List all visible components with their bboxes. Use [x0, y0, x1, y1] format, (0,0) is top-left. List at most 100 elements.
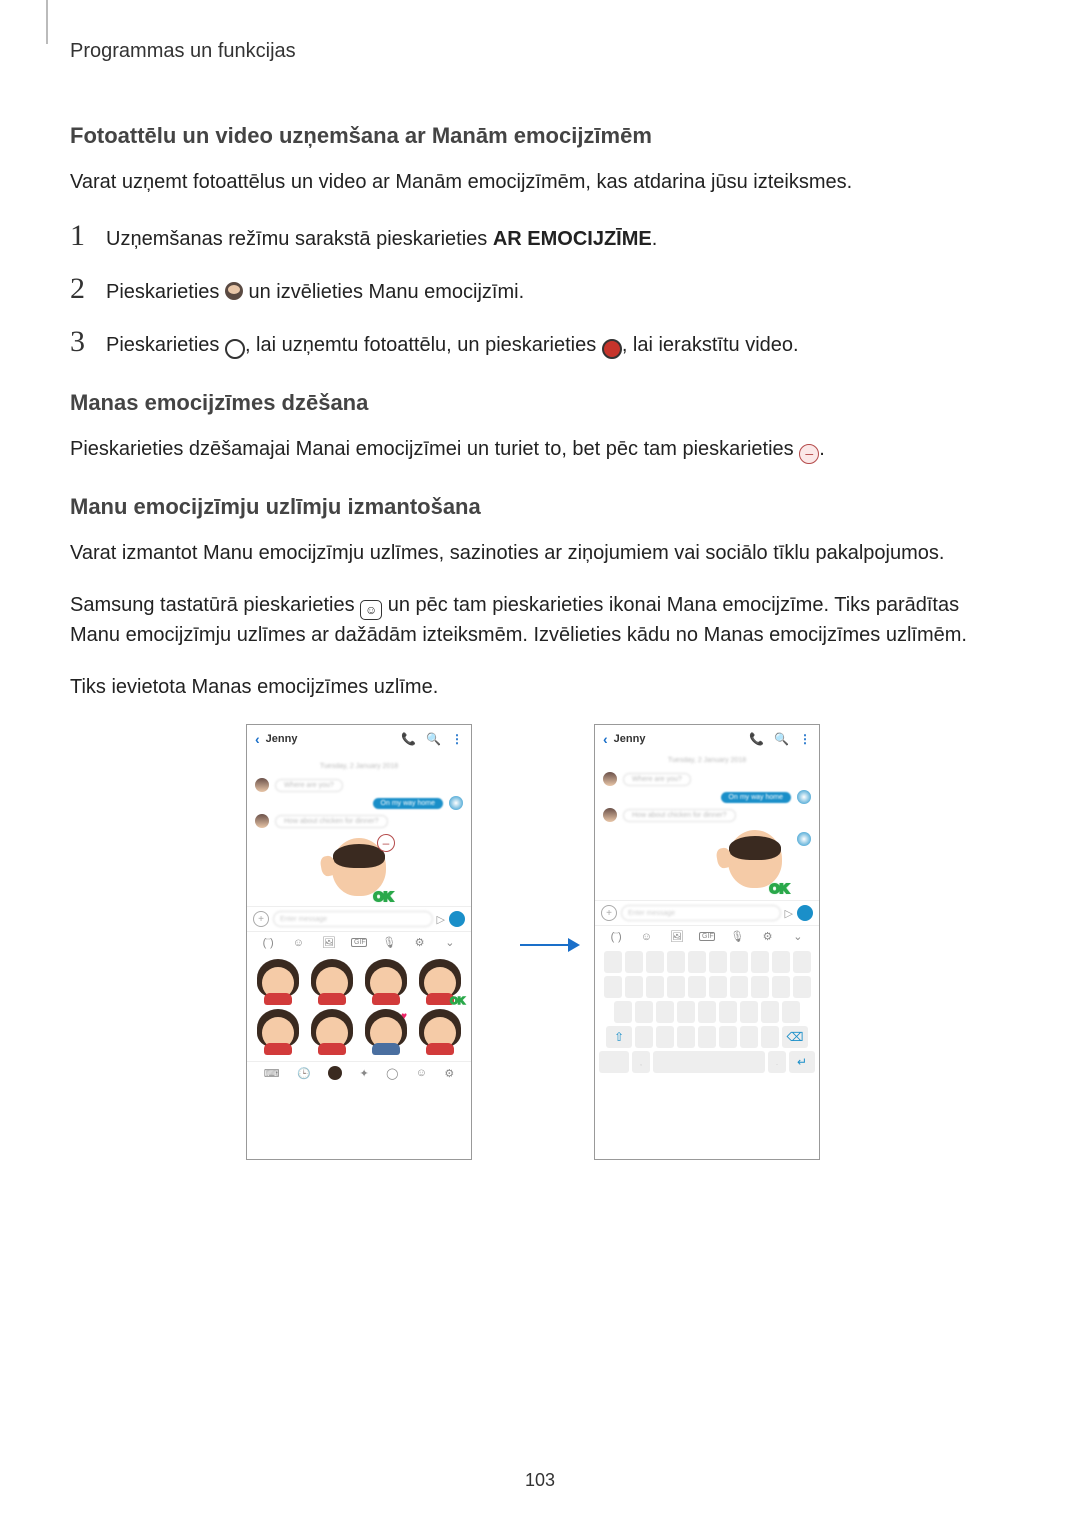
tab-brace-icon[interactable]: (¨): [608, 931, 624, 943]
sticker-item[interactable]: OK: [417, 959, 463, 1005]
sticker-item[interactable]: [309, 959, 355, 1005]
symbol-key[interactable]: [599, 1051, 629, 1073]
emoji-send-icon[interactable]: [449, 911, 465, 927]
msg-outgoing-1: On my way home: [595, 788, 819, 806]
section2-body: Pieskarieties dzēšamajai Manai emocijzīm…: [70, 434, 1010, 464]
msg-bubble: On my way home: [721, 792, 791, 803]
attach-plus-icon[interactable]: +: [253, 911, 269, 927]
search-icon[interactable]: 🔍: [426, 732, 441, 746]
avatar-self-icon: [797, 832, 811, 846]
comma-key[interactable]: ,: [632, 1051, 650, 1073]
myemoji-tab-icon[interactable]: [328, 1066, 342, 1080]
sent-emoji-sticker: OK: [723, 830, 787, 894]
gear-icon[interactable]: ⚙: [412, 936, 428, 949]
contact-name: Jenny: [266, 733, 298, 745]
search-icon[interactable]: 🔍: [774, 732, 789, 746]
step-3: 3 Pieskarieties , lai uzņemtu fotoattēlu…: [70, 325, 1010, 360]
step-num-1: 1: [70, 219, 106, 253]
section3-p2: Samsung tastatūrā pieskarieties ☺ un pēc…: [70, 590, 1010, 650]
sticker-bottom-tabs: ⌨ 🕒 ✦ ◯ ☺ ⚙: [247, 1061, 471, 1084]
step-2: 2 Pieskarieties un izvēlieties Manu emoc…: [70, 272, 1010, 307]
step-num-2: 2: [70, 272, 106, 306]
attach-plus-icon[interactable]: +: [601, 905, 617, 921]
sticker-icon[interactable]: 🖼: [321, 936, 337, 949]
gif-icon[interactable]: GIF: [351, 938, 367, 947]
msg-bubble: Where are you?: [275, 779, 343, 792]
chevron-down-icon[interactable]: ⌄: [790, 930, 806, 943]
enter-key[interactable]: ↵: [789, 1051, 815, 1073]
tab-brace-icon[interactable]: (¨): [260, 937, 276, 949]
sticker-item[interactable]: [417, 1009, 463, 1055]
sticker-item[interactable]: ♥: [363, 1009, 409, 1055]
period-key[interactable]: .: [768, 1051, 786, 1073]
face-icon[interactable]: ☺: [416, 1067, 427, 1079]
sticker-category-row: (¨) ☺ 🖼 GIF 🎙 ⚙ ⌄: [247, 932, 471, 953]
section3-p2-a: Samsung tastatūrā pieskarieties: [70, 594, 360, 616]
step2-text-a: Pieskarieties: [106, 281, 225, 303]
sticker-item[interactable]: [255, 1009, 301, 1055]
avatar-icon: [255, 814, 269, 828]
send-icon[interactable]: ▷: [785, 907, 793, 920]
call-icon[interactable]: 📞: [749, 732, 764, 746]
step3-text-a: Pieskarieties: [106, 334, 225, 356]
step1-text-bold: AR EMOCIJZĪME: [493, 228, 652, 250]
call-icon[interactable]: 📞: [401, 732, 416, 746]
section3-title: Manu emocijzīmju uzlīmju izmantošana: [70, 494, 1010, 520]
avatar-icon: [603, 808, 617, 822]
selected-emoji-sticker[interactable]: OK –: [327, 838, 391, 902]
send-icon[interactable]: ▷: [437, 913, 445, 926]
msg-outgoing-sticker: OK: [595, 824, 819, 900]
keyboard-category-row: (¨) ☺ 🖼 GIF 🎙 ⚙ ⌄: [595, 926, 819, 947]
sticker-grid: OK ♥: [247, 953, 471, 1061]
mic-icon[interactable]: 🎙: [381, 936, 397, 949]
section2-title: Manas emocijzīmes dzēšana: [70, 390, 1010, 416]
remove-sticker-icon[interactable]: –: [377, 834, 395, 852]
star-icon[interactable]: ✦: [359, 1067, 368, 1080]
avatar-self-icon: [797, 790, 811, 804]
circle-icon[interactable]: ◯: [386, 1067, 398, 1080]
avatar-icon: [603, 772, 617, 786]
sticker-icon[interactable]: 🖼: [669, 930, 685, 943]
capture-ring-icon: [225, 336, 245, 356]
gear-icon[interactable]: ⚙: [760, 930, 776, 943]
message-input[interactable]: Enter message: [273, 911, 433, 927]
arrow-icon: [520, 924, 580, 963]
shift-key[interactable]: ⇧: [606, 1026, 632, 1048]
chat-date: Tuesday, 2 January 2018: [595, 757, 819, 764]
section3-p3: Tiks ievietota Manas emocijzīmes uzlīme.: [70, 672, 1010, 702]
gif-icon[interactable]: GIF: [699, 932, 715, 941]
backspace-key[interactable]: ⌫: [782, 1026, 808, 1048]
avatar-self-icon: [449, 796, 463, 810]
back-icon[interactable]: ‹: [603, 731, 608, 747]
msg-bubble: On my way home: [373, 798, 443, 809]
space-key[interactable]: [653, 1051, 765, 1073]
more-icon[interactable]: ⋮: [799, 732, 811, 746]
phone-right-toolbar: ‹ Jenny 📞 🔍 ⋮: [595, 725, 819, 753]
smile-icon[interactable]: ☺: [638, 931, 654, 943]
chevron-down-icon[interactable]: ⌄: [442, 936, 458, 949]
sticker-item[interactable]: [255, 959, 301, 1005]
keyboard-icon[interactable]: ⌨: [264, 1067, 280, 1080]
back-icon[interactable]: ‹: [255, 731, 260, 747]
section2-body-b: .: [819, 438, 825, 460]
smile-icon[interactable]: ☺: [290, 937, 306, 949]
more-icon[interactable]: ⋮: [451, 732, 463, 746]
keyboard[interactable]: ⇧ ⌫ ,.↵: [595, 947, 819, 1080]
recent-icon[interactable]: 🕒: [297, 1067, 311, 1080]
phone-left-toolbar: ‹ Jenny 📞 🔍 ⋮: [247, 725, 471, 753]
step1-text-c: .: [652, 228, 658, 250]
msg-bubble: Where are you?: [623, 773, 691, 786]
page-header: Programmas un funkcijas: [70, 40, 1010, 63]
msg-incoming-1: Where are you?: [247, 776, 471, 794]
mic-icon[interactable]: 🎙: [729, 930, 745, 943]
gear-icon[interactable]: ⚙: [444, 1067, 454, 1080]
step3-text-b: , lai uzņemtu fotoattēlu, un pieskarieti…: [245, 334, 602, 356]
section1-title: Fotoattēlu un video uzņemšana ar Manām e…: [70, 123, 1010, 149]
ok-badge: OK: [374, 889, 394, 904]
step1-text-a: Uzņemšanas režīmu sarakstā pieskarieties: [106, 228, 493, 250]
section1-intro: Varat uzņemt fotoattēlus un video ar Man…: [70, 167, 1010, 197]
message-input[interactable]: Enter message: [621, 905, 781, 921]
emoji-send-icon[interactable]: [797, 905, 813, 921]
sticker-item[interactable]: [309, 1009, 355, 1055]
sticker-item[interactable]: [363, 959, 409, 1005]
